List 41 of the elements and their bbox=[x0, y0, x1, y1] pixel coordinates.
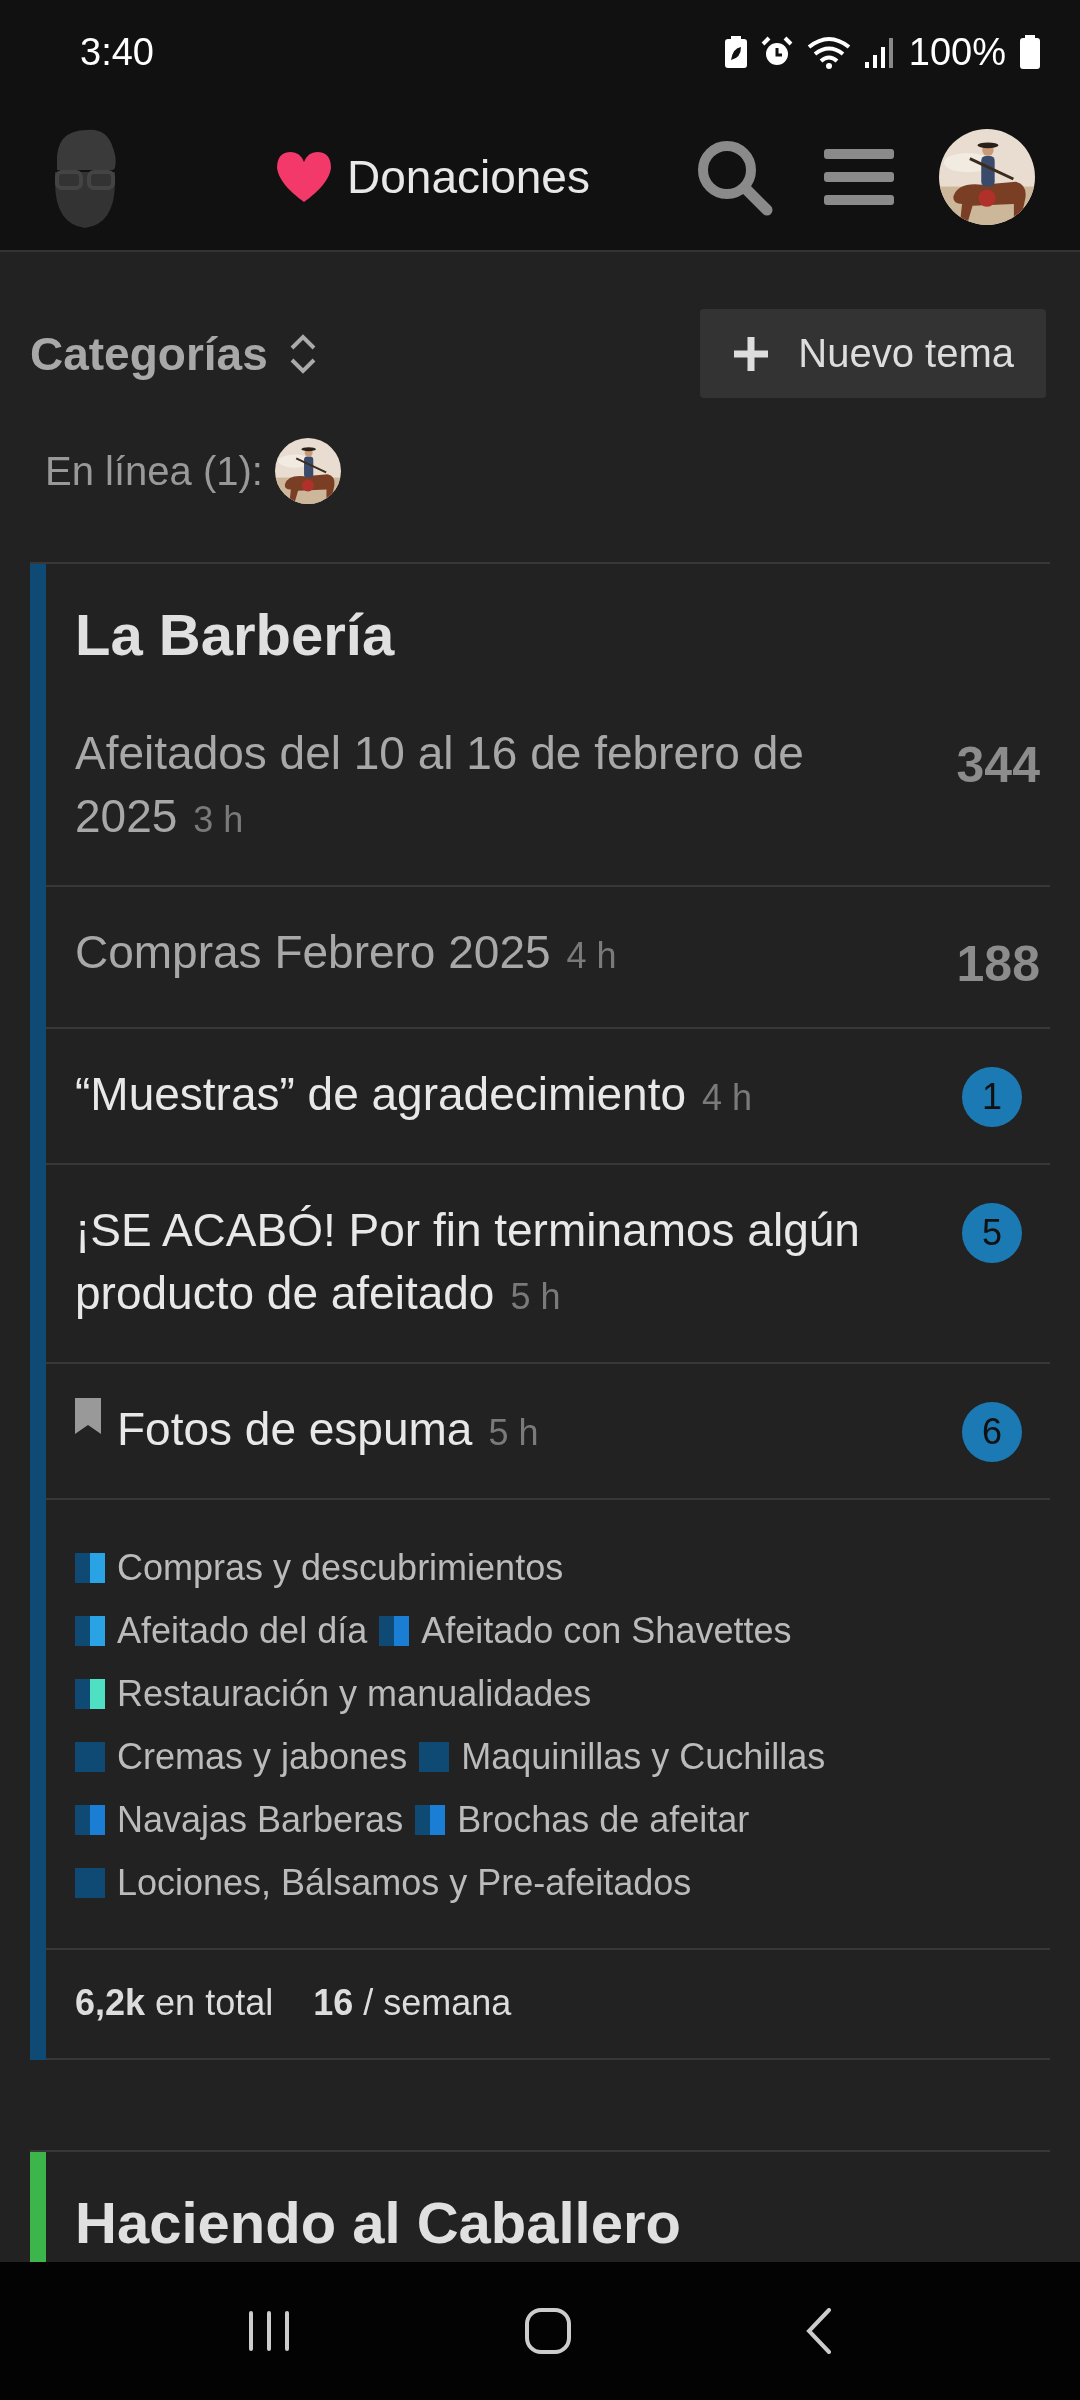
donations-label[interactable]: Donaciones bbox=[347, 150, 590, 204]
home-icon[interactable] bbox=[525, 2308, 571, 2354]
post-count: 344 bbox=[956, 736, 1040, 794]
category-stat: 6,2k en total bbox=[75, 1982, 274, 2024]
signal-icon bbox=[864, 36, 895, 68]
unread-count-badge: 5 bbox=[962, 1203, 1022, 1263]
battery-percentage: 100% bbox=[908, 30, 1006, 74]
unread-count-badge: 6 bbox=[962, 1402, 1022, 1462]
category-stat: 16 / semana bbox=[313, 1982, 512, 2024]
subcategory-link[interactable]: Brochas de afeitar bbox=[457, 1788, 750, 1851]
topic-title[interactable]: “Muestras” de agradecimiento 4 h bbox=[75, 1063, 875, 1129]
category-title[interactable]: La Barbería bbox=[46, 564, 1050, 688]
category-title[interactable]: Haciendo al Caballero bbox=[46, 2152, 1050, 2262]
battery-saver-icon bbox=[724, 36, 747, 68]
plus-icon bbox=[732, 334, 771, 373]
subcategory-link[interactable]: Compras y descubrimientos bbox=[117, 1536, 564, 1599]
topic-title[interactable]: ¡SE ACABÓ! Por fin terminamos algún producto de afeitado 5 h bbox=[75, 1199, 875, 1328]
subcategory-link[interactable]: Afeitado con Shavettes bbox=[421, 1599, 792, 1662]
new-topic-button[interactable]: Nuevo tema bbox=[700, 309, 1046, 398]
donations-link[interactable]: Donaciones bbox=[275, 150, 590, 204]
clock-time: 3:40 bbox=[80, 30, 154, 74]
subcategory-link[interactable]: Navajas Barberas bbox=[117, 1788, 404, 1851]
subcategory-link[interactable]: Afeitado del día bbox=[117, 1599, 368, 1662]
topic-title[interactable]: Compras Febrero 2025 4 h bbox=[75, 921, 875, 987]
heart-icon bbox=[275, 150, 333, 204]
topic-title[interactable]: Fotos de espuma 5 h bbox=[117, 1398, 917, 1464]
alarm-icon bbox=[760, 36, 793, 68]
menu-icon[interactable] bbox=[824, 147, 894, 207]
categories-dropdown[interactable]: Categorías bbox=[30, 326, 268, 381]
wifi-icon bbox=[806, 35, 851, 69]
subcategory-link[interactable]: Restauración y manualidades bbox=[117, 1662, 592, 1725]
subcategory-link[interactable]: Maquinillas y Cuchillas bbox=[461, 1725, 826, 1788]
back-icon[interactable] bbox=[805, 2308, 833, 2354]
online-users-label: En línea (1): bbox=[45, 448, 263, 494]
recent-apps-icon[interactable] bbox=[247, 2309, 291, 2353]
subcategory-link[interactable]: Cremas y jabones bbox=[117, 1725, 408, 1788]
subcategory-link[interactable]: Lociones, Bálsamos y Pre-afeitados bbox=[117, 1851, 692, 1914]
post-count: 188 bbox=[956, 935, 1040, 993]
battery-icon bbox=[1020, 35, 1040, 69]
topic-title[interactable]: Afeitados del 10 al 16 de febrero de 2025 3 h bbox=[75, 722, 875, 851]
unread-count-badge: 1 bbox=[962, 1067, 1022, 1127]
